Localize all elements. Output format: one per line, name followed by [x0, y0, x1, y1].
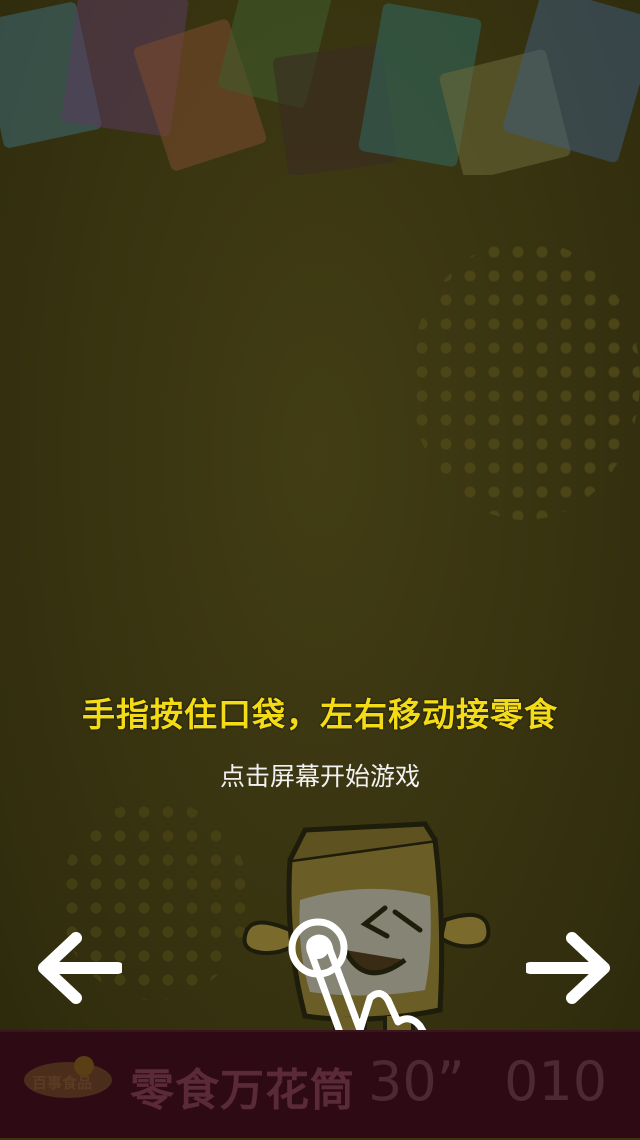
arrow-left-icon — [38, 930, 124, 1006]
timer-display: 30” — [368, 1050, 465, 1113]
snack-banner — [0, 0, 640, 175]
arrow-right-icon — [524, 930, 610, 1006]
start-hint-text[interactable]: 点击屏幕开始游戏 — [0, 757, 640, 793]
game-title: 零食万花筒 — [130, 1065, 355, 1116]
score-display: 010 — [504, 1050, 608, 1113]
decor-dots-right — [410, 240, 640, 520]
instruction-text: 手指按住口袋，左右移动接零食 — [82, 695, 558, 734]
brand-name: 百事食品 — [32, 1074, 93, 1092]
